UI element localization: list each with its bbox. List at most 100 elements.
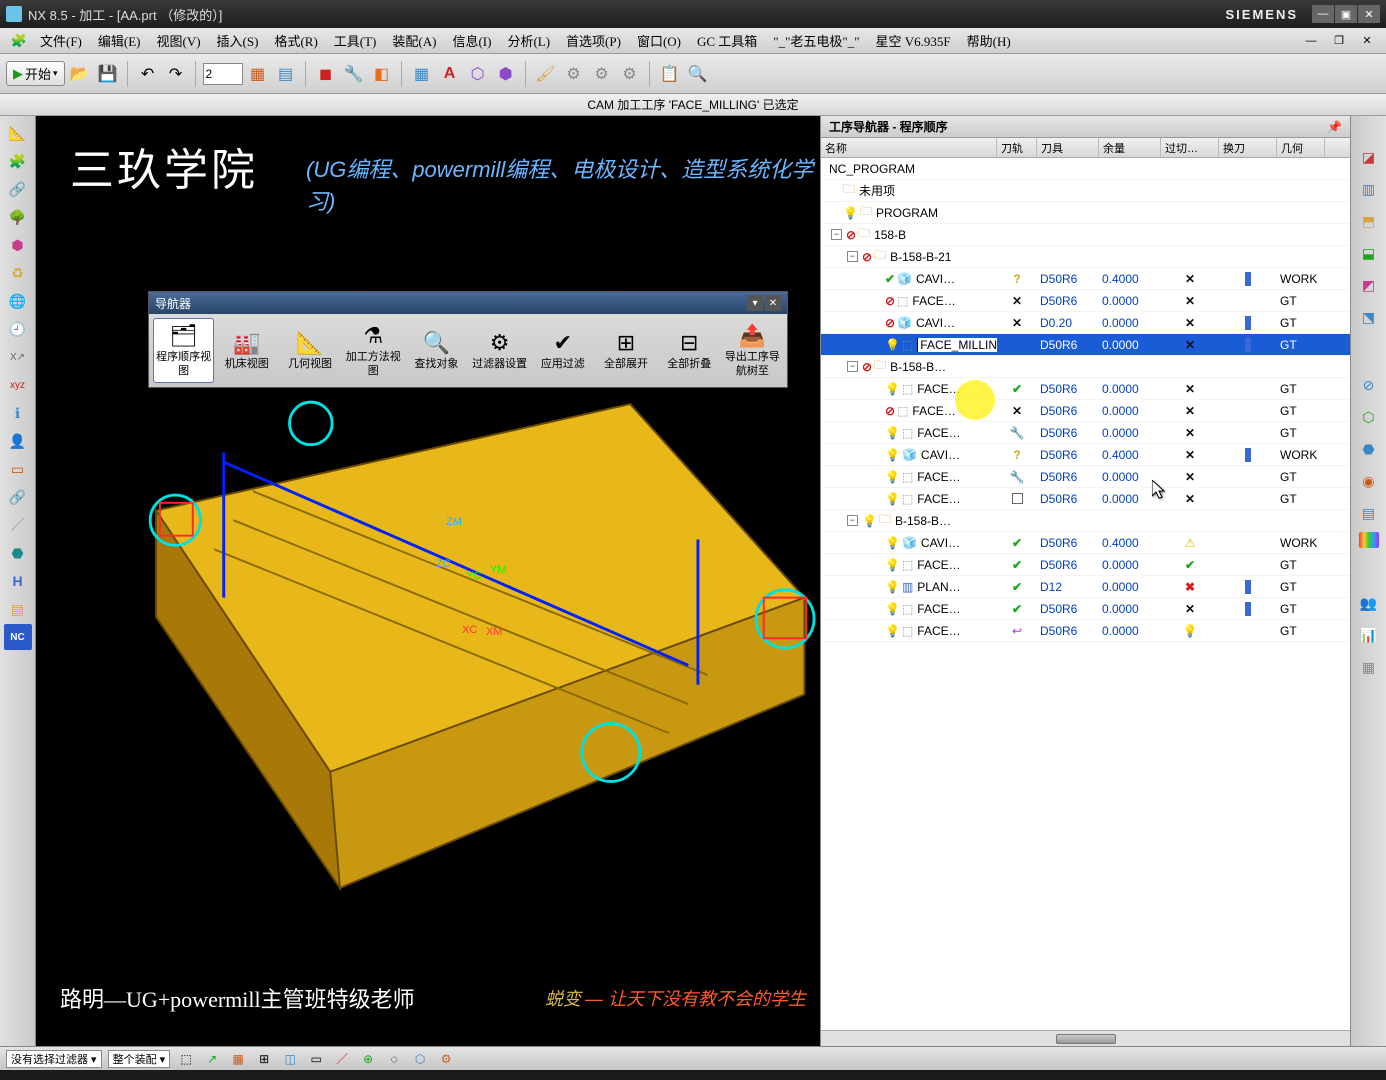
menu-item[interactable]: 窗口(O) xyxy=(629,32,689,51)
menu-item[interactable]: GC 工具箱 xyxy=(689,32,765,51)
r-icon-5[interactable]: ◩ xyxy=(1355,272,1383,298)
cube2-icon[interactable]: ⬢ xyxy=(493,61,519,87)
tree-row[interactable]: 💡🗀PROGRAM xyxy=(821,202,1350,224)
tree-row[interactable]: ⊘⬚FACE…✕D50R60.0000✕GT xyxy=(821,290,1350,312)
pencil-icon[interactable]: ／ xyxy=(4,512,32,538)
bb-icon-7[interactable]: ／ xyxy=(332,1050,352,1068)
tree-row[interactable]: 🗀未用项 xyxy=(821,180,1350,202)
box-icon[interactable]: ▦ xyxy=(245,61,271,87)
tree-row[interactable]: −💡🗀B-158-B… xyxy=(821,510,1350,532)
tree-row[interactable]: 💡⬚FACE_MILLINGD50R60.0000✕GT xyxy=(821,334,1350,356)
app-menu-icon[interactable]: 🧩 xyxy=(6,28,32,54)
program-icon[interactable]: ◼ xyxy=(313,61,339,87)
navigator-options-icon[interactable]: ▾ xyxy=(747,295,763,311)
undo-icon[interactable]: ↶ xyxy=(135,61,161,87)
r-icon-1[interactable]: ◪ xyxy=(1355,144,1383,170)
h-icon[interactable]: H xyxy=(4,568,32,594)
menu-item[interactable]: 编辑(E) xyxy=(90,32,149,51)
tree-row[interactable]: 💡⬚FACE…↩D50R60.0000💡GT xyxy=(821,620,1350,642)
tree-row[interactable]: 💡⬚FACE…🔧D50R60.0000✕GT xyxy=(821,466,1350,488)
menu-item[interactable]: 插入(S) xyxy=(209,32,267,51)
selection-combo[interactable] xyxy=(203,63,243,85)
tree-row[interactable]: −⊘🗀B-158-B… xyxy=(821,356,1350,378)
menu-item[interactable]: 装配(A) xyxy=(384,32,444,51)
operation-tree[interactable]: NC_PROGRAM🗀未用项💡🗀PROGRAM−⊘🗀158-B −⊘🗀B-158-… xyxy=(821,158,1350,1030)
col-rest[interactable]: 余量 xyxy=(1099,138,1161,157)
mdi-restore-icon[interactable]: ❐ xyxy=(1326,28,1352,54)
bb-icon-4[interactable]: ⊞ xyxy=(254,1050,274,1068)
menu-item[interactable]: 星空 V6.935F xyxy=(868,32,959,51)
col-name[interactable]: 名称 xyxy=(821,138,997,157)
tree-row[interactable]: 💡⬚FACE…✔D50R60.0000✔GT xyxy=(821,554,1350,576)
magnify-icon[interactable]: 🔍 xyxy=(685,61,711,87)
cube-icon[interactable]: ⬡ xyxy=(465,61,491,87)
layers-icon[interactable]: ▤ xyxy=(273,61,299,87)
tree-row[interactable]: 💡⬚FACE…✔D50R60.0000✕GT xyxy=(821,378,1350,400)
panel-hscroll[interactable] xyxy=(821,1030,1350,1046)
bb-icon-2[interactable]: ↗ xyxy=(202,1050,222,1068)
tool-icon[interactable]: 🔧 xyxy=(341,61,367,87)
xy-icon[interactable]: X↗ xyxy=(4,344,32,370)
r-icon-13[interactable]: 📊 xyxy=(1355,622,1383,648)
web-icon[interactable]: 🌐 xyxy=(4,288,32,314)
text-icon[interactable]: A xyxy=(437,61,463,87)
constraint-icon[interactable]: 🔗 xyxy=(4,176,32,202)
tree-row[interactable]: 💡⬚FACE…✔D50R60.0000✕GT xyxy=(821,598,1350,620)
menu-item[interactable]: 分析(L) xyxy=(499,32,558,51)
r-icon-14[interactable]: ▦ xyxy=(1355,654,1383,680)
redo-icon[interactable]: ↷ xyxy=(163,61,189,87)
close-button[interactable]: ✕ xyxy=(1358,5,1380,23)
col-track[interactable]: 刀轨 xyxy=(997,138,1037,157)
bb-icon-8[interactable]: ⊕ xyxy=(358,1050,378,1068)
menu-item[interactable]: 工具(T) xyxy=(326,32,385,51)
bb-icon-11[interactable]: ⚙ xyxy=(436,1050,456,1068)
filter-combo[interactable]: 没有选择过滤器 ▾ xyxy=(6,1050,102,1068)
calc-icon[interactable]: 📋 xyxy=(657,61,683,87)
gear-icon[interactable]: ⚙ xyxy=(561,61,587,87)
op-nav-icon[interactable]: 🌳 xyxy=(4,204,32,230)
tree-row[interactable]: 💡🧊CAVI…✔D50R60.4000⚠WORK xyxy=(821,532,1350,554)
geometry-icon[interactable]: ◧ xyxy=(369,61,395,87)
mdi-close-icon[interactable]: ✕ xyxy=(1354,28,1380,54)
menu-item[interactable]: "_"老五电极"_" xyxy=(765,32,867,51)
tree-row[interactable]: 💡⬚FACE…D50R60.0000✕GT xyxy=(821,488,1350,510)
assembly-nav-icon[interactable]: 🧩 xyxy=(4,148,32,174)
info-icon[interactable]: ℹ xyxy=(4,400,32,426)
r-icon-8[interactable]: ⬡ xyxy=(1355,404,1383,430)
pin-icon[interactable]: 📌 xyxy=(1327,120,1342,134)
col-geo[interactable]: 几何 xyxy=(1277,138,1325,157)
r-icon-3[interactable]: ⬒ xyxy=(1355,208,1383,234)
tree-row[interactable]: ⊘⬚FACE…✕D50R60.0000✕GT xyxy=(821,400,1350,422)
grid-icon[interactable]: ▦ xyxy=(409,61,435,87)
r-icon-11[interactable]: ▤ xyxy=(1355,500,1383,526)
link-icon[interactable]: 🔗 xyxy=(4,484,32,510)
menu-item[interactable]: 信息(I) xyxy=(444,32,499,51)
tree-row[interactable]: −⊘🗀158-B xyxy=(821,224,1350,246)
save-icon[interactable]: 💾 xyxy=(95,61,121,87)
bb-icon-9[interactable]: ◌ xyxy=(384,1050,404,1068)
r-icon-6[interactable]: ⬔ xyxy=(1355,304,1383,330)
cube-left-icon[interactable]: ⬣ xyxy=(4,540,32,566)
part-nav-icon[interactable]: 📐 xyxy=(4,120,32,146)
nc-icon[interactable]: NC xyxy=(4,624,32,650)
menu-item[interactable]: 首选项(P) xyxy=(558,32,629,51)
menu-item[interactable]: 视图(V) xyxy=(149,32,209,51)
col-tool[interactable]: 刀具 xyxy=(1037,138,1099,157)
rect-icon[interactable]: ▭ xyxy=(4,456,32,482)
tree-row[interactable]: NC_PROGRAM xyxy=(821,158,1350,180)
gear2-icon[interactable]: ⚙ xyxy=(589,61,615,87)
tree-row[interactable]: 💡🧊CAVI…?D50R60.4000✕WORK xyxy=(821,444,1350,466)
tree-row[interactable]: 💡▥PLAN…✔D120.0000✖GT xyxy=(821,576,1350,598)
menu-item[interactable]: 格式(R) xyxy=(266,32,325,51)
r-icon-9[interactable]: ⬣ xyxy=(1355,436,1383,462)
r-icon-4[interactable]: ⬓ xyxy=(1355,240,1383,266)
menu-item[interactable]: 文件(F) xyxy=(32,32,90,51)
tree-row[interactable]: 💡⬚FACE…🔧D50R60.0000✕GT xyxy=(821,422,1350,444)
tree-row[interactable]: ⊘🧊CAVI…✕D0.200.0000✕GT xyxy=(821,312,1350,334)
r-icon-7[interactable]: ⊘ xyxy=(1355,372,1383,398)
gear3-icon[interactable]: ⚙ xyxy=(617,61,643,87)
graphics-viewport[interactable]: 三玖学院 (UG编程、powermill编程、电极设计、造型系统化学习) 导航器… xyxy=(36,116,820,1046)
bb-icon-5[interactable]: ◫ xyxy=(280,1050,300,1068)
start-button[interactable]: ▶ 开始 ▾ xyxy=(6,61,65,86)
roles-icon[interactable]: 👤 xyxy=(4,428,32,454)
